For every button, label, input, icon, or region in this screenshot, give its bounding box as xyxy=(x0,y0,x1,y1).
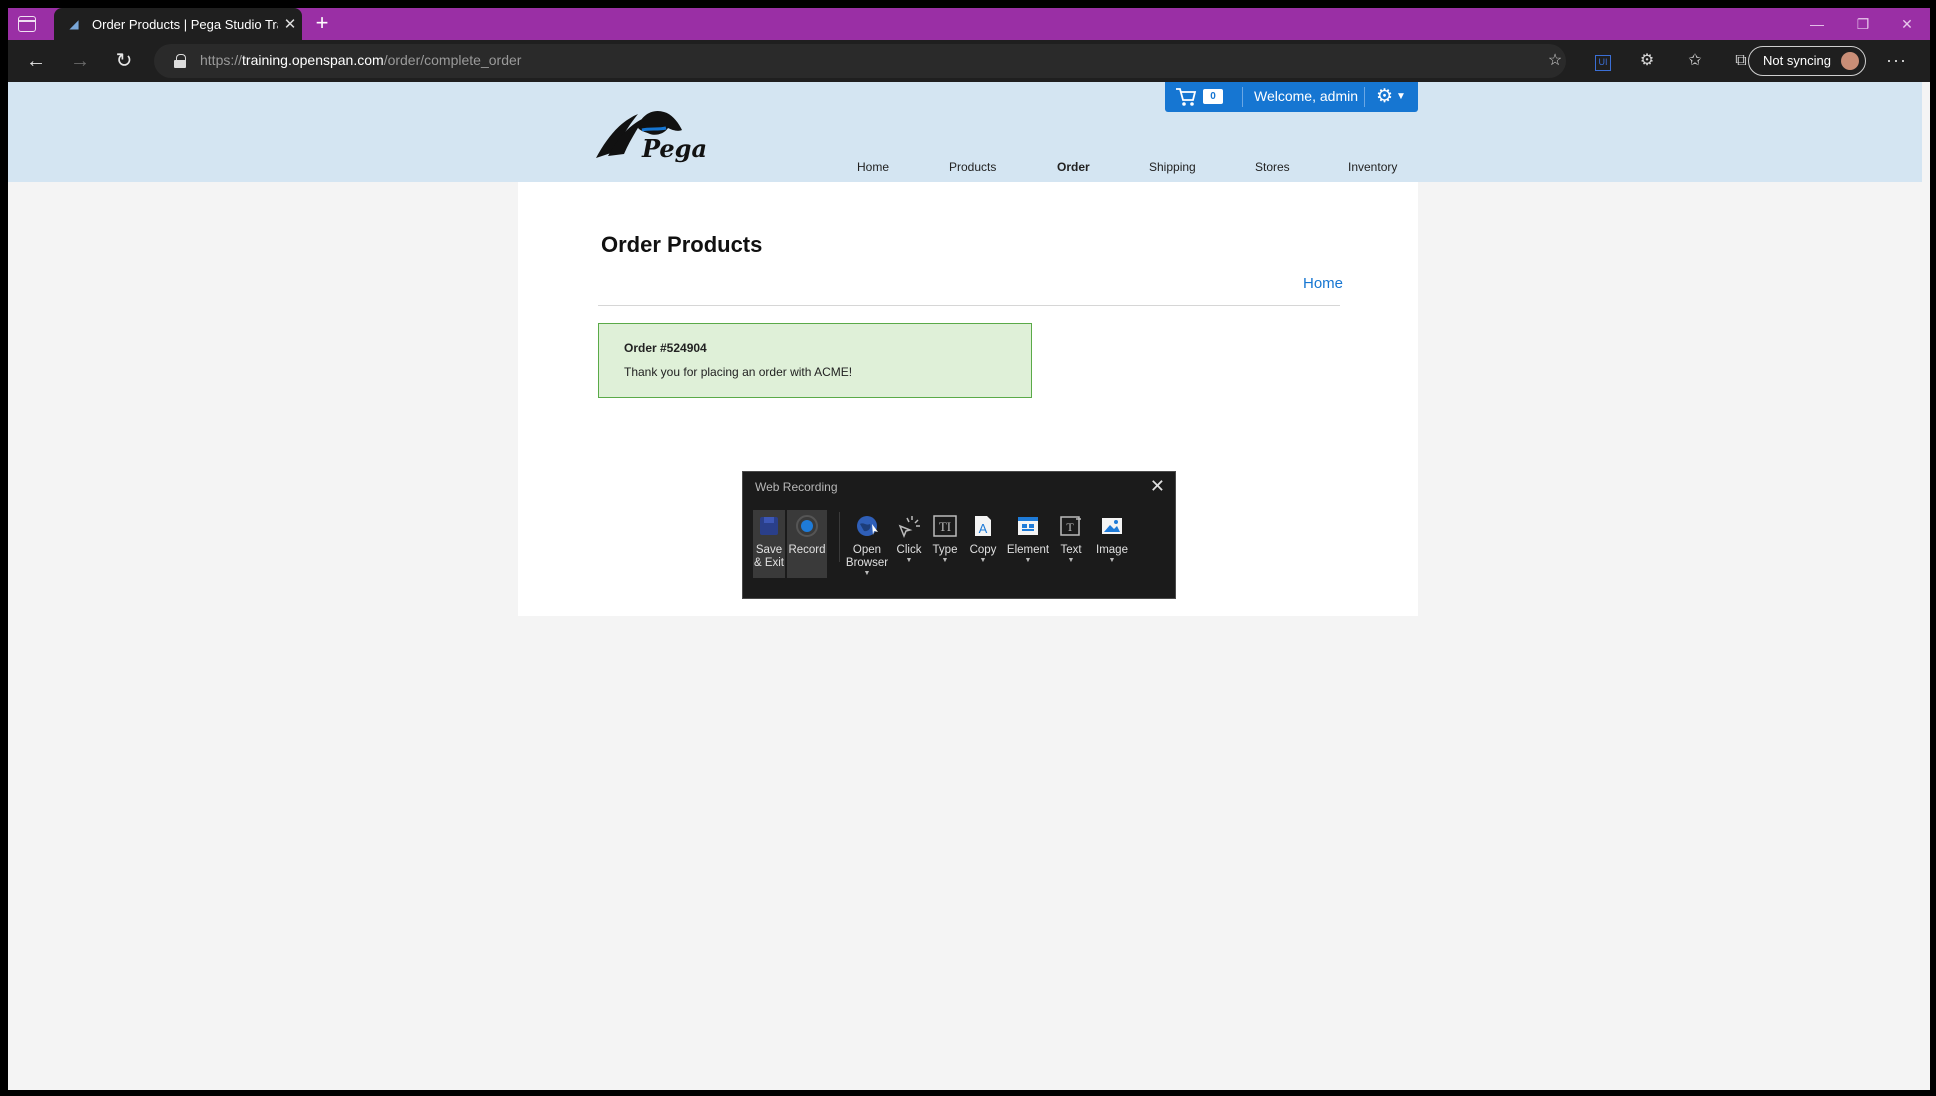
open-browser-label: Open xyxy=(852,544,882,556)
profile-sync-button[interactable]: Not syncing xyxy=(1748,46,1866,76)
copy-icon: A xyxy=(975,516,991,536)
browser-window: ◢ Order Products | Pega Studio Tra ✕ + —… xyxy=(8,8,1930,1090)
avatar xyxy=(1841,52,1859,70)
record-icon xyxy=(796,515,818,537)
cart-icon[interactable] xyxy=(1175,87,1197,107)
close-icon[interactable]: ✕ xyxy=(1150,476,1165,497)
type-button[interactable]: TI Type ▼ xyxy=(929,510,961,565)
click-label: Click xyxy=(896,544,922,556)
divider xyxy=(598,305,1340,306)
text-icon: T xyxy=(1060,516,1081,536)
tab-actions-icon[interactable] xyxy=(18,16,36,32)
text-button[interactable]: T Text ▼ xyxy=(1055,510,1087,565)
url-path: /order/complete_order xyxy=(383,52,522,68)
chevron-down-icon: ▼ xyxy=(863,570,871,577)
svg-text:TI: TI xyxy=(939,519,951,534)
browser-tab[interactable]: ◢ Order Products | Pega Studio Tra ✕ xyxy=(54,8,302,40)
save-exit-label: Save xyxy=(755,544,783,556)
svg-text:A: A xyxy=(979,521,988,536)
chevron-down-icon[interactable]: ▼ xyxy=(1396,91,1406,102)
click-icon xyxy=(898,516,920,538)
divider xyxy=(1242,87,1243,107)
image-label: Image xyxy=(1096,544,1128,556)
divider xyxy=(839,512,840,562)
nav-shipping[interactable]: Shipping xyxy=(1149,160,1196,174)
nav-order[interactable]: Order xyxy=(1057,160,1090,174)
chevron-down-icon: ▼ xyxy=(979,557,987,564)
copy-label: Copy xyxy=(969,544,997,556)
site-header: Pega Home Products Order Shipping Stores… xyxy=(8,82,1922,182)
copy-button[interactable]: A Copy ▼ xyxy=(965,510,1001,565)
web-page: Pega Home Products Order Shipping Stores… xyxy=(8,82,1930,1090)
image-button[interactable]: Image ▼ xyxy=(1091,510,1133,565)
chevron-down-icon: ▼ xyxy=(941,557,949,564)
order-confirmation-alert: Order #524904 Thank you for placing an o… xyxy=(598,323,1032,398)
user-bar: 0 Welcome, admin ⚙ ▼ xyxy=(1165,82,1418,112)
pega-logo-text: Pega xyxy=(642,134,708,163)
open-browser-label-2: Browser xyxy=(845,557,889,569)
address-bar[interactable]: https://training.openspan.com/order/comp… xyxy=(154,44,1566,78)
restore-icon[interactable]: ❐ xyxy=(1840,8,1886,40)
order-number: Order #524904 xyxy=(624,341,707,355)
chevron-down-icon: ▼ xyxy=(905,557,913,564)
chevron-down-icon: ▼ xyxy=(1108,557,1116,564)
address-toolbar: ← → ↻ https://training.openspan.com/orde… xyxy=(8,40,1930,82)
extension-ui-icon[interactable]: UI xyxy=(1592,50,1614,72)
globe-icon xyxy=(857,516,878,536)
nav-stores[interactable]: Stores xyxy=(1255,160,1290,174)
url-scheme: https:// xyxy=(200,52,243,68)
confirmation-message: Thank you for placing an order with ACME… xyxy=(624,365,853,379)
cart-count-badge[interactable]: 0 xyxy=(1203,89,1223,104)
save-exit-label-2: & Exit xyxy=(753,557,785,569)
pega-favicon-icon: ◢ xyxy=(69,17,79,31)
welcome-text[interactable]: Welcome, admin xyxy=(1254,88,1358,104)
extensions-icon[interactable]: ⚙ xyxy=(1636,50,1658,72)
url-text[interactable]: https://training.openspan.com/order/comp… xyxy=(200,52,521,68)
web-recording-panel[interactable]: Web Recording ✕ Save & Exit Record Open … xyxy=(742,471,1176,599)
sync-label: Not syncing xyxy=(1763,53,1831,68)
svg-text:T: T xyxy=(1066,520,1074,534)
open-browser-button[interactable]: Open Browser ▼ xyxy=(845,510,889,578)
forward-arrow-icon[interactable]: → xyxy=(66,48,94,74)
gear-icon[interactable]: ⚙ xyxy=(1376,85,1393,108)
click-button[interactable]: Click ▼ xyxy=(893,510,925,565)
refresh-icon[interactable]: ↻ xyxy=(110,48,138,74)
divider xyxy=(1364,87,1365,107)
tab-title: Order Products | Pega Studio Tra xyxy=(92,16,278,32)
tab-close-icon[interactable]: ✕ xyxy=(278,15,302,33)
nav-inventory[interactable]: Inventory xyxy=(1348,160,1397,174)
page-title: Order Products xyxy=(601,232,763,257)
back-arrow-icon[interactable]: ← xyxy=(22,48,50,74)
image-icon xyxy=(1102,518,1122,534)
type-label: Type xyxy=(932,544,958,556)
record-label: Record xyxy=(788,544,826,556)
record-button[interactable]: Record xyxy=(787,510,827,578)
window-close-icon[interactable]: ✕ xyxy=(1884,8,1930,40)
chevron-down-icon: ▼ xyxy=(1067,557,1075,564)
save-exit-button[interactable]: Save & Exit xyxy=(753,510,785,578)
add-favorite-icon[interactable]: ☆ xyxy=(1544,50,1566,72)
url-host: training.openspan.com xyxy=(242,52,384,68)
type-icon: TI xyxy=(933,515,957,537)
nav-products[interactable]: Products xyxy=(949,160,996,174)
home-link[interactable]: Home xyxy=(1303,275,1343,292)
more-options-icon[interactable]: ··· xyxy=(1886,50,1907,71)
element-button[interactable]: Element ▼ xyxy=(1005,510,1051,565)
lock-icon[interactable] xyxy=(174,54,186,68)
favorites-icon[interactable]: ✩ xyxy=(1684,50,1706,72)
nav-home[interactable]: Home xyxy=(857,160,889,174)
minimize-icon[interactable]: — xyxy=(1794,8,1840,40)
element-label: Element xyxy=(1006,544,1050,556)
scrollbar[interactable] xyxy=(1922,82,1930,1090)
title-bar: ◢ Order Products | Pega Studio Tra ✕ + —… xyxy=(8,8,1930,40)
text-label: Text xyxy=(1060,544,1082,556)
chevron-down-icon: ▼ xyxy=(1024,557,1032,564)
new-tab-button[interactable]: + xyxy=(310,12,334,36)
save-exit-icon xyxy=(760,517,778,535)
element-icon xyxy=(1018,517,1038,535)
recording-panel-title: Web Recording xyxy=(755,480,838,494)
